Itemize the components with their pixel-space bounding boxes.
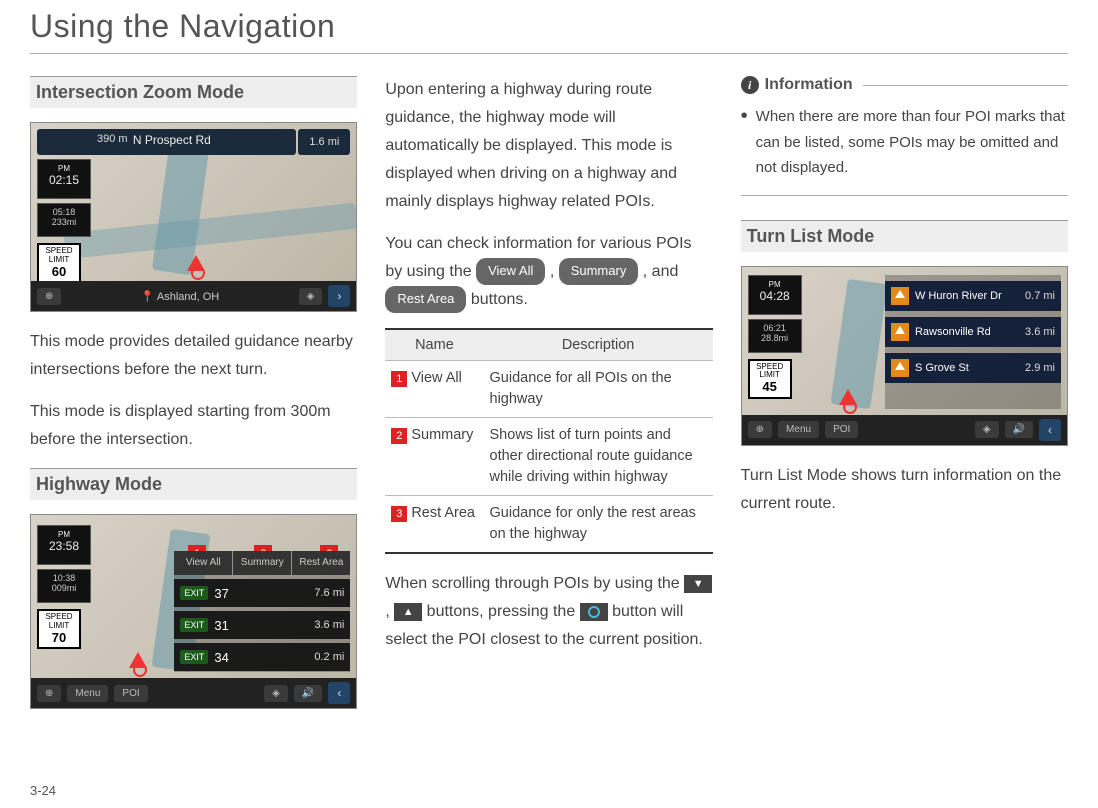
speed-limit: SPEED LIMIT60 <box>37 243 81 283</box>
table-header-name: Name <box>385 329 483 361</box>
turn-list-row[interactable]: Rawsonville Rd3.6 mi <box>885 317 1061 347</box>
compass-icon: ◈ <box>975 421 999 438</box>
badge-1: 1 <box>391 371 407 387</box>
view-all-chip: View All <box>476 258 545 285</box>
intersection-text-2: This mode is displayed starting from 300… <box>30 398 357 454</box>
clock: PM04:28 <box>748 275 802 315</box>
page-title: Using the Navigation <box>30 0 1068 54</box>
turn-icon <box>891 359 909 377</box>
scroll-poi-text: When scrolling through POIs by using the… <box>385 570 712 654</box>
compass-icon: ◈ <box>264 685 288 702</box>
badge-3: 3 <box>391 506 407 522</box>
target-icon <box>580 603 608 621</box>
speed-limit: SPEED LIMIT70 <box>37 609 81 649</box>
highway-buttons-table: Name Description 1View All Guidance for … <box>385 328 712 554</box>
poi-button[interactable]: POI <box>825 421 858 438</box>
tab-view-all[interactable]: View All <box>174 551 232 575</box>
clock: PM02:15 <box>37 159 91 199</box>
rest-area-chip: Rest Area <box>385 286 466 313</box>
location-label: 📍 Ashland, OH <box>67 290 292 303</box>
screenshot-intersection-zoom: 390 m N Prospect Rd 1.6 mi PM02:15 05:18… <box>30 122 357 312</box>
intersection-text-1: This mode provides detailed guidance nea… <box>30 328 357 384</box>
vehicle-marker-icon <box>187 255 205 271</box>
highway-poi-panel: View All Summary Rest Area EXIT377.6 mi … <box>174 551 350 672</box>
turn-list-panel: W Huron River Dr0.7 mi Rawsonville Rd3.6… <box>885 275 1061 409</box>
information-label: Information <box>765 76 853 94</box>
menu-button[interactable]: Menu <box>778 421 819 438</box>
information-heading: i Information <box>741 76 1068 94</box>
screenshot-highway-mode: 1 2 3 PM23:58 10:38009mi SPEED LIMIT70 V… <box>30 514 357 709</box>
turn-list-text: Turn List Mode shows turn information on… <box>741 462 1068 518</box>
expand-icon: › <box>328 285 350 307</box>
tab-rest-area[interactable]: Rest Area <box>292 551 350 575</box>
table-row: 2Summary Shows list of turn points and o… <box>385 418 712 496</box>
table-header-description: Description <box>484 329 713 361</box>
column-3: i Information • When there are more than… <box>741 76 1068 725</box>
eta: 05:18233mi <box>37 203 91 237</box>
table-row: 3Rest Area Guidance for only the rest ar… <box>385 496 712 554</box>
vehicle-marker-icon <box>129 652 147 668</box>
section-intersection-zoom-mode: Intersection Zoom Mode <box>30 76 357 108</box>
collapse-icon: ‹ <box>1039 419 1061 441</box>
table-row: 1View All Guidance for all POIs on the h… <box>385 361 712 418</box>
zoom-icon: ⊕ <box>748 421 772 438</box>
summary-chip: Summary <box>559 258 639 285</box>
volume-icon: 🔊 <box>1005 421 1033 438</box>
vehicle-marker-icon <box>839 389 857 405</box>
section-turn-list-mode: Turn List Mode <box>741 220 1068 252</box>
collapse-icon: ‹ <box>328 682 350 704</box>
highway-intro-text: Upon entering a highway during route gui… <box>385 76 712 216</box>
eta: 06:2128.8mi <box>748 319 802 353</box>
info-icon: i <box>741 76 759 94</box>
main-columns: Intersection Zoom Mode 390 m N Prospect … <box>30 76 1068 725</box>
clock: PM23:58 <box>37 525 91 565</box>
down-arrow-icon: ▼ <box>684 575 712 593</box>
information-bullet: • When there are more than four POI mark… <box>741 104 1068 181</box>
turn-icon <box>891 287 909 305</box>
tab-summary[interactable]: Summary <box>233 551 291 575</box>
screenshot-turn-list: PM04:28 06:2128.8mi SPEED LIMIT45 W Huro… <box>741 266 1068 446</box>
remaining-distance: 1.6 mi <box>298 129 350 155</box>
volume-icon: 🔊 <box>294 685 322 702</box>
guidance-distance: 390 m <box>97 133 128 145</box>
highway-buttons-text: You can check information for various PO… <box>385 230 712 314</box>
turn-list-row[interactable]: S Grove St2.9 mi <box>885 353 1061 383</box>
menu-button[interactable]: Menu <box>67 685 108 702</box>
speed-limit: SPEED LIMIT45 <box>748 359 792 399</box>
road-name: N Prospect Rd <box>133 133 211 147</box>
column-2: Upon entering a highway during route gui… <box>385 76 712 725</box>
column-1: Intersection Zoom Mode 390 m N Prospect … <box>30 76 357 725</box>
highway-row[interactable]: EXIT313.6 mi <box>174 611 350 639</box>
turn-icon <box>891 323 909 341</box>
page-number: 3-24 <box>30 783 56 798</box>
turn-list-row[interactable]: W Huron River Dr0.7 mi <box>885 281 1061 311</box>
bullet-icon: • <box>741 104 748 128</box>
zoom-icon: ⊕ <box>37 288 61 305</box>
section-highway-mode: Highway Mode <box>30 468 357 500</box>
divider <box>741 195 1068 196</box>
eta: 10:38009mi <box>37 569 91 603</box>
poi-button[interactable]: POI <box>114 685 147 702</box>
highway-row[interactable]: EXIT340.2 mi <box>174 643 350 671</box>
highway-row[interactable]: EXIT377.6 mi <box>174 579 350 607</box>
up-arrow-icon: ▲ <box>394 603 422 621</box>
badge-2: 2 <box>391 428 407 444</box>
compass-icon: ◈ <box>299 288 323 305</box>
zoom-icon: ⊕ <box>37 685 61 702</box>
